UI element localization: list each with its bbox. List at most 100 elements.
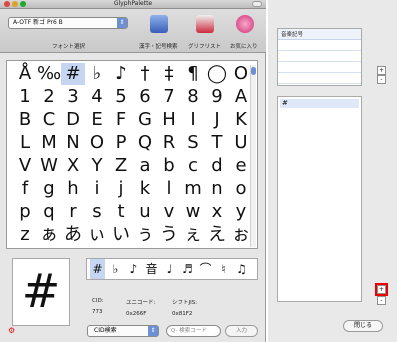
glyph-cell[interactable]: ぇ xyxy=(181,224,205,246)
glyph-cell[interactable]: z xyxy=(13,224,37,246)
glyph-cell[interactable]: b xyxy=(157,155,181,177)
glyph-list-button-label[interactable]: グリフリスト xyxy=(188,42,221,50)
glyph-cell[interactable]: ‡ xyxy=(157,63,181,85)
favorites-button-label[interactable]: お気に入り xyxy=(230,42,258,50)
glyph-cell[interactable]: n xyxy=(205,178,229,200)
glyph-remove-button[interactable]: - xyxy=(377,296,386,305)
glyph-cell[interactable]: d xyxy=(205,155,229,177)
glyph-cell[interactable]: w xyxy=(181,201,205,223)
search-mode-select[interactable]: CID検索 ⇕ xyxy=(87,325,159,337)
glyph-cell[interactable]: 1 xyxy=(13,86,37,108)
glyph-cell[interactable]: B xyxy=(13,109,37,131)
glyph-cell[interactable]: t xyxy=(109,201,133,223)
glyph-cell[interactable]: p xyxy=(13,201,37,223)
glyph-cell[interactable]: x xyxy=(205,201,229,223)
glyph-cell[interactable]: ぁ xyxy=(37,224,61,246)
related-glyph[interactable]: ♭ xyxy=(108,259,123,279)
glyph-cell[interactable]: ぅ xyxy=(133,224,157,246)
glyph-cell[interactable]: Y xyxy=(85,155,109,177)
glyph-cell[interactable]: v xyxy=(157,201,181,223)
glyph-cell[interactable]: i xyxy=(85,178,109,200)
glyph-cell[interactable]: 2 xyxy=(37,86,61,108)
glyph-cell[interactable]: s xyxy=(85,201,109,223)
related-glyph[interactable]: ⌒ xyxy=(198,259,213,279)
glyph-cell[interactable]: W xyxy=(37,155,61,177)
glyph-cell[interactable]: Z xyxy=(109,155,133,177)
glyph-cell[interactable]: M xyxy=(37,132,61,154)
favorites-icon[interactable] xyxy=(236,15,254,33)
kanji-search-button-label[interactable]: 漢字・記号検索 xyxy=(139,42,178,50)
glyph-cell[interactable]: u xyxy=(133,201,157,223)
glyph-cell[interactable]: V xyxy=(13,155,37,177)
glyph-cell[interactable]: え xyxy=(205,224,229,246)
glyph-cell[interactable]: C xyxy=(37,109,61,131)
glyph-cell[interactable]: R xyxy=(157,132,181,154)
glyph-cell[interactable]: 4 xyxy=(85,86,109,108)
glyph-cell[interactable]: P xyxy=(109,132,133,154)
enter-button[interactable]: 入力 xyxy=(225,325,258,337)
list-item[interactable]: # xyxy=(280,99,359,108)
glyph-add-button[interactable]: + xyxy=(375,283,388,296)
glyph-cell[interactable]: ‰ xyxy=(37,63,61,85)
kanji-search-icon[interactable] xyxy=(150,15,168,33)
glyph-cell[interactable]: L xyxy=(13,132,37,154)
related-glyph[interactable]: ♪ xyxy=(126,259,141,279)
glyph-cell[interactable]: r xyxy=(61,201,85,223)
category-add-button[interactable]: + xyxy=(377,66,386,75)
glyph-cell[interactable]: q xyxy=(37,201,61,223)
glyph-cell[interactable]: Å xyxy=(13,63,37,85)
related-glyph[interactable]: ♩ xyxy=(162,259,177,279)
glyph-cell[interactable]: T xyxy=(205,132,229,154)
font-select[interactable]: A-OTF 新ゴ Pr6 B ⇕ xyxy=(8,17,128,29)
glyph-cell[interactable]: ¶ xyxy=(181,63,205,85)
glyph-cell[interactable]: m xyxy=(181,178,205,200)
glyph-cell[interactable]: I xyxy=(181,109,205,131)
glyph-cell[interactable]: † xyxy=(133,63,157,85)
related-glyph[interactable]: ♬ xyxy=(180,259,195,279)
glyph-cell[interactable]: F xyxy=(109,109,133,131)
glyph-cell[interactable]: Q xyxy=(133,132,157,154)
glyph-cell[interactable]: h xyxy=(61,178,85,200)
favorite-glyph-list[interactable]: # xyxy=(277,96,362,302)
glyph-cell[interactable]: # xyxy=(61,63,85,85)
glyph-cell[interactable]: う xyxy=(157,224,181,246)
scrollbar-thumb[interactable] xyxy=(251,67,256,75)
glyph-cell[interactable]: j xyxy=(109,178,133,200)
glyph-cell[interactable]: ぃ xyxy=(85,224,109,246)
glyph-cell[interactable]: D xyxy=(61,109,85,131)
glyph-cell[interactable]: k xyxy=(133,178,157,200)
category-list[interactable]: 音楽記号 xyxy=(277,28,362,86)
glyph-cell[interactable]: 5 xyxy=(109,86,133,108)
category-remove-button[interactable]: - xyxy=(377,75,386,84)
glyph-cell[interactable]: S xyxy=(181,132,205,154)
glyph-cell[interactable]: 9 xyxy=(205,86,229,108)
glyph-cell[interactable]: G xyxy=(133,109,157,131)
glyph-cell[interactable]: 7 xyxy=(157,86,181,108)
glyph-cell[interactable]: l xyxy=(157,178,181,200)
glyph-list-icon[interactable] xyxy=(196,15,214,33)
glyph-cell[interactable]: E xyxy=(85,109,109,131)
glyph-cell[interactable]: c xyxy=(181,155,205,177)
glyph-cell[interactable]: 6 xyxy=(133,86,157,108)
glyph-cell[interactable]: f xyxy=(13,178,37,200)
glyph-cell[interactable]: H xyxy=(157,109,181,131)
related-glyph[interactable]: ♫ xyxy=(234,259,249,279)
related-glyph[interactable]: 音 xyxy=(144,259,159,279)
related-glyph[interactable]: # xyxy=(90,259,105,279)
grid-scrollbar[interactable] xyxy=(250,65,256,247)
glyph-cell[interactable]: 8 xyxy=(181,86,205,108)
glyph-cell[interactable]: g xyxy=(37,178,61,200)
glyph-cell[interactable]: ♭ xyxy=(85,63,109,85)
glyph-cell[interactable]: 3 xyxy=(61,86,85,108)
toolbar-toggle-button[interactable] xyxy=(252,1,262,7)
glyph-cell[interactable]: a xyxy=(133,155,157,177)
glyph-cell[interactable]: ◯ xyxy=(205,63,229,85)
glyph-cell[interactable]: J xyxy=(205,109,229,131)
search-input[interactable]: Q- 検索コード xyxy=(166,325,221,337)
gear-icon[interactable]: ⚙ xyxy=(8,326,15,335)
glyph-cell[interactable]: O xyxy=(85,132,109,154)
glyph-cell[interactable]: い xyxy=(109,224,133,246)
close-button[interactable]: 閉じる xyxy=(343,320,383,332)
related-glyph[interactable]: ♮ xyxy=(216,259,231,279)
glyph-cell[interactable]: N xyxy=(61,132,85,154)
